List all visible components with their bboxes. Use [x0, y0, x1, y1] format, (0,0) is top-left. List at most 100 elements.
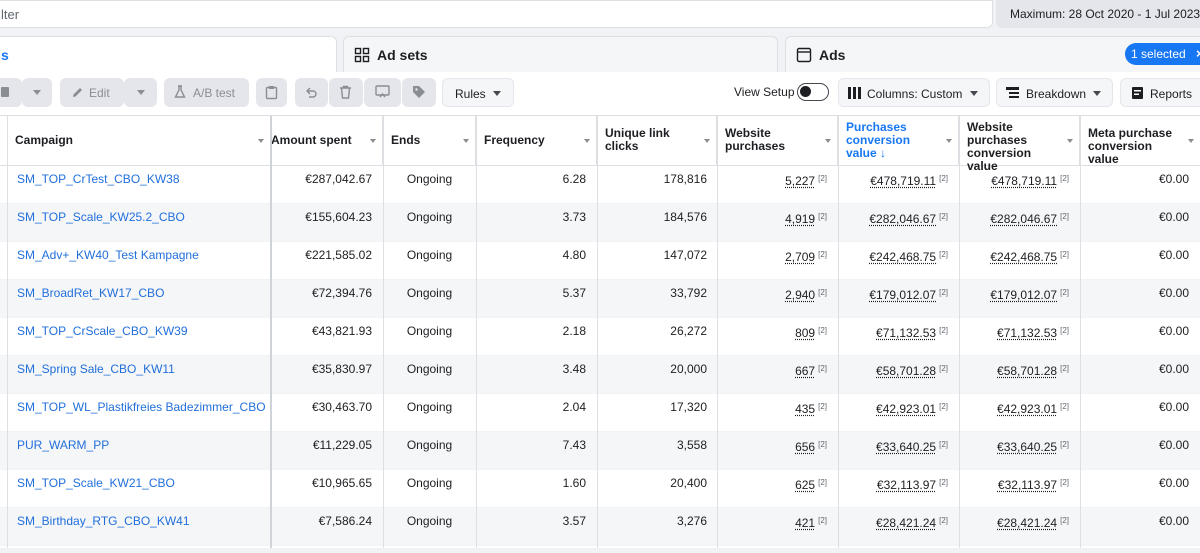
breakdown-button[interactable]: Breakdown: [996, 78, 1113, 107]
table-row[interactable]: SM_TOP_Scale_KW21_CBO €10,965.65 Ongoing 1.…: [0, 470, 1200, 508]
metric-value[interactable]: €478,719.11: [870, 174, 936, 188]
column-header-website-purchases-conversion-value[interactable]: Website purchases conversion value: [959, 116, 1080, 173]
metric-value[interactable]: €32,113.97: [877, 478, 936, 492]
campaign-name-link[interactable]: SM_TOP_Scale_KW21_CBO: [17, 470, 265, 508]
rules-button[interactable]: Rules: [442, 78, 514, 107]
date-range-label: Maximum: 28 Oct 2020 - 1 Jul 2023: [1010, 7, 1200, 21]
view-setup-toggle[interactable]: [797, 83, 829, 101]
metric-value[interactable]: €33,640.25: [876, 440, 936, 454]
campaign-name-link[interactable]: SM_Spring Sale_CBO_KW11: [17, 356, 265, 394]
column-header-unique-link-clicks[interactable]: Unique link clicks: [597, 116, 717, 166]
columns-button[interactable]: Columns: Custom: [838, 78, 990, 107]
metric-value[interactable]: €242,468.75: [990, 250, 1057, 264]
column-header-label: Ends: [391, 133, 421, 147]
metric-value[interactable]: €28,421.24: [876, 516, 936, 530]
table-row[interactable]: SM_TOP_CrScale_CBO_KW39 €43,821.93 Ongoing…: [0, 318, 1200, 356]
table-row[interactable]: SM_Adv+_KW40_Test Kampagne €221,585.02 Ong…: [0, 242, 1200, 280]
campaign-name-link[interactable]: SM_TOP_CrScale_CBO_KW39: [17, 318, 265, 356]
metric-value[interactable]: €71,132.53: [876, 326, 936, 340]
column-header-purchases-conversion-value[interactable]: Purchases conversion value ↓: [838, 116, 959, 166]
column-header-campaign[interactable]: Campaign: [7, 116, 271, 166]
table-row[interactable]: SM_TOP_Scale_KW25.2_CBO €155,604.23 Ongoin…: [0, 204, 1200, 242]
campaign-name-link[interactable]: SM_Adv+_KW40_Test Kampagne: [17, 242, 265, 280]
metric-value[interactable]: €71,132.53: [997, 326, 1057, 340]
metric-value[interactable]: €478,719.11: [991, 174, 1057, 188]
meta-purchase-conversion-value-cell: €0.00: [1158, 324, 1189, 338]
column-header-frequency[interactable]: Frequency: [476, 116, 597, 166]
table-row[interactable]: PUR_WARM_PP €11,229.05 Ongoing 7.43 3,558 656…: [0, 432, 1200, 470]
reports-button[interactable]: Reports: [1120, 78, 1200, 107]
metric-value[interactable]: €42,923.01: [997, 402, 1057, 416]
metric-value[interactable]: €179,012.07: [990, 288, 1057, 302]
footnote-marker: [2]: [939, 402, 948, 411]
campaign-name-link[interactable]: SM_TOP_WL_Plastikfreies Badezimmer_CBO..…: [17, 394, 265, 432]
footnote-marker: [2]: [818, 516, 827, 525]
edit-button-label: Edit: [89, 86, 110, 100]
preview-button[interactable]: [364, 78, 401, 107]
footnote-marker: [2]: [1060, 440, 1069, 449]
column-header-meta-purchase-conversion-value[interactable]: Meta purchase conversion value: [1080, 116, 1200, 166]
metric-value[interactable]: €242,468.75: [869, 250, 936, 264]
tag-button[interactable]: [402, 78, 436, 107]
footnote-marker: [2]: [1060, 250, 1069, 259]
metric-value[interactable]: 5,227: [785, 174, 815, 188]
campaign-name-link[interactable]: SM_Birthday_RTG_CBO_KW41: [17, 508, 265, 546]
metric-value[interactable]: 809: [795, 326, 815, 340]
metric-value[interactable]: €58,701.28: [997, 364, 1057, 378]
column-divider: [959, 116, 960, 553]
frequency-cell: 6.28: [562, 172, 586, 186]
date-range-picker[interactable]: Maximum: 28 Oct 2020 - 1 Jul 2023: [996, 0, 1200, 28]
clipboard-button[interactable]: [256, 78, 287, 107]
sort-caret-icon: [584, 139, 590, 143]
campaign-name-link[interactable]: SM_TOP_CrTest_CBO_KW38: [17, 166, 265, 204]
metric-value[interactable]: 4,919: [785, 212, 815, 226]
duplicate-menu-button[interactable]: [22, 78, 52, 107]
metric-value[interactable]: €28,421.24: [997, 516, 1057, 530]
column-header-website-purchases[interactable]: Website purchases: [717, 116, 838, 166]
table-row[interactable]: SM_TOP_CrTest_CBO_KW38 €287,042.67 Ongoing…: [0, 166, 1200, 204]
tab-ad-sets[interactable]: Ad sets: [343, 36, 778, 72]
toolbar: Edit A/B test Rules View Setup Columns: …: [0, 72, 1200, 116]
campaign-name-link[interactable]: SM_TOP_Scale_KW25.2_CBO: [17, 204, 265, 242]
amount-spent-cell: €155,604.23: [305, 210, 372, 224]
footnote-marker: [2]: [939, 364, 948, 373]
horizontal-scrollbar-track[interactable]: [0, 548, 1200, 553]
metric-value[interactable]: 435: [795, 402, 815, 416]
selected-count-badge[interactable]: 1 selected ×: [1125, 43, 1200, 65]
metric-value[interactable]: 2,940: [785, 288, 815, 302]
metric-value[interactable]: 667: [795, 364, 815, 378]
metric-value[interactable]: €42,923.01: [876, 402, 936, 416]
metric-value[interactable]: €58,701.28: [876, 364, 936, 378]
edit-button[interactable]: Edit: [60, 78, 124, 107]
campaign-name-link[interactable]: PUR_WARM_PP: [17, 432, 265, 470]
undo-button[interactable]: [295, 78, 328, 107]
metric-value[interactable]: 625: [795, 478, 815, 492]
column-header-ends[interactable]: Ends: [383, 116, 476, 166]
metric-value[interactable]: €282,046.67: [990, 212, 1057, 226]
tab-campaigns[interactable]: s: [0, 36, 337, 72]
delete-button[interactable]: [329, 78, 363, 107]
column-header-amount-spent[interactable]: Amount spent: [271, 116, 383, 166]
duplicate-button[interactable]: [0, 78, 22, 107]
ends-cell: Ongoing: [406, 400, 453, 414]
search-filter-input[interactable]: lter: [0, 0, 993, 28]
metric-value[interactable]: €179,012.07: [869, 288, 936, 302]
metric-value[interactable]: €282,046.67: [869, 212, 936, 226]
metric-value[interactable]: €33,640.25: [997, 440, 1057, 454]
table-row[interactable]: SM_BroadRet_KW17_CBO €72,394.76 Ongoing 5.3…: [0, 280, 1200, 318]
table-row[interactable]: SM_Birthday_RTG_CBO_KW41 €7,586.24 Ongoing…: [0, 508, 1200, 546]
clear-selection-icon[interactable]: ×: [1196, 46, 1200, 61]
metric-value[interactable]: 2,709: [785, 250, 815, 264]
metric-value[interactable]: €32,113.97: [998, 478, 1057, 492]
website-purchases-cell: 625 [2]: [717, 470, 827, 508]
campaign-name-link[interactable]: SM_BroadRet_KW17_CBO: [17, 280, 265, 318]
chevron-down-icon: [970, 91, 978, 96]
table-row[interactable]: SM_Spring Sale_CBO_KW11 €35,830.97 Ongoing…: [0, 356, 1200, 394]
metric-value[interactable]: 421: [795, 516, 815, 530]
metric-value[interactable]: 656: [795, 440, 815, 454]
table-row[interactable]: SM_TOP_WL_Plastikfreies Badezimmer_CBO..…: [0, 394, 1200, 432]
ab-test-button[interactable]: A/B test: [164, 78, 249, 107]
chevron-down-icon: [1093, 91, 1101, 96]
amount-spent-cell: €10,965.65: [311, 476, 372, 490]
edit-menu-button[interactable]: [124, 78, 157, 107]
